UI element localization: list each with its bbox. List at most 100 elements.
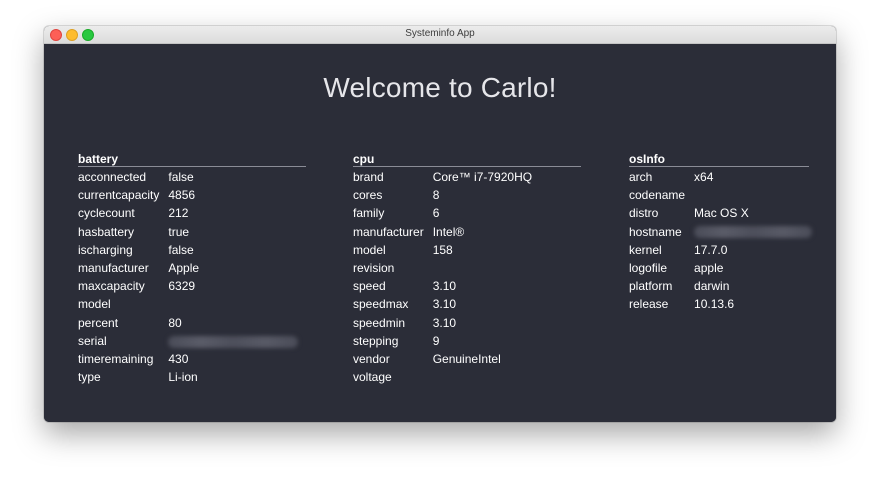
row-key: speedmax bbox=[353, 297, 409, 312]
table-row: model bbox=[78, 295, 298, 313]
app-window: Systeminfo App Welcome to Carlo! battery… bbox=[44, 26, 836, 422]
row-key: arch bbox=[629, 170, 653, 184]
table-row: voltage bbox=[353, 368, 532, 386]
row-value: 4856 bbox=[168, 188, 196, 203]
redacted-serial bbox=[168, 335, 299, 348]
battery-table: acconnected false currentcapacity 4856 cyc… bbox=[78, 168, 299, 386]
table-row: speedmax 3.10 bbox=[353, 295, 532, 313]
table-row: manufacturer Apple bbox=[78, 259, 298, 277]
row-key: vendor bbox=[353, 352, 390, 367]
table-row: kernel 17.7.0 bbox=[629, 241, 812, 259]
row-key: maxcapacity bbox=[78, 279, 145, 294]
table-row: release 10.13.6 bbox=[629, 295, 812, 313]
row-value: 3.10 bbox=[432, 315, 457, 330]
row-value: 158 bbox=[432, 242, 453, 257]
row-value: 3.10 bbox=[432, 279, 457, 294]
row-value: false bbox=[168, 242, 194, 257]
row-value bbox=[433, 368, 532, 386]
row-value: Mac OS X bbox=[694, 206, 749, 221]
row-key: logofile bbox=[629, 261, 668, 276]
row-key: hostname bbox=[629, 224, 682, 239]
cpu-header: cpu bbox=[353, 152, 581, 167]
row-value: false bbox=[168, 170, 194, 184]
osinfo-header: osInfo bbox=[629, 152, 809, 167]
row-value: apple bbox=[694, 261, 724, 276]
table-row: revision bbox=[353, 259, 532, 277]
row-key: brand bbox=[353, 170, 384, 184]
table-row: arch x64 bbox=[629, 168, 812, 186]
table-row: stepping 9 bbox=[353, 332, 532, 350]
window-title: Systeminfo App bbox=[405, 28, 475, 39]
row-value bbox=[694, 186, 812, 204]
table-row: cores 8 bbox=[353, 186, 532, 204]
row-value: 212 bbox=[168, 206, 189, 221]
row-key: cyclecount bbox=[78, 206, 135, 221]
table-row: hostname bbox=[629, 223, 813, 241]
row-value: 6 bbox=[432, 206, 440, 221]
table-row: vendor GenuineIntel bbox=[353, 350, 532, 368]
cpu-section: cpu brand Core™ i7-7920HQ cores 8 family 6 … bbox=[353, 152, 581, 386]
row-value: 430 bbox=[168, 352, 189, 367]
row-key: serial bbox=[78, 333, 107, 348]
row-value bbox=[433, 259, 532, 277]
table-row: brand Core™ i7-7920HQ bbox=[353, 168, 532, 186]
battery-header: battery bbox=[78, 152, 306, 167]
row-value: 6329 bbox=[168, 279, 196, 294]
title-bar[interactable]: Systeminfo App bbox=[44, 26, 836, 44]
table-row: ischarging false bbox=[78, 241, 298, 259]
table-row: serial bbox=[78, 332, 299, 350]
row-value: 80 bbox=[168, 315, 182, 330]
row-key: percent bbox=[78, 315, 119, 330]
table-row: family 6 bbox=[353, 204, 532, 222]
row-value: Core™ i7-7920HQ bbox=[432, 170, 533, 184]
row-value bbox=[694, 223, 813, 241]
row-value bbox=[168, 295, 298, 313]
row-value: Apple bbox=[168, 261, 200, 276]
table-row: percent 80 bbox=[78, 314, 298, 332]
table-row: speedmin 3.10 bbox=[353, 314, 532, 332]
table-row: cyclecount 212 bbox=[78, 204, 298, 222]
row-key: currentcapacity bbox=[78, 188, 160, 203]
table-row: distro Mac OS X bbox=[629, 204, 812, 222]
row-value: true bbox=[168, 224, 190, 239]
table-row: manufacturer Intel® bbox=[353, 223, 532, 241]
row-value bbox=[168, 332, 299, 350]
battery-section: battery acconnected false currentcapacity… bbox=[78, 152, 306, 386]
row-value: GenuineIntel bbox=[432, 352, 501, 367]
row-key: model bbox=[353, 242, 386, 257]
row-value: 3.10 bbox=[432, 297, 457, 312]
row-key: manufacturer bbox=[353, 224, 424, 239]
osinfo-section: osInfo arch x64 codename distro Mac OS X h… bbox=[629, 152, 813, 314]
row-key: family bbox=[353, 206, 385, 221]
row-key: ischarging bbox=[78, 242, 133, 257]
row-value: Intel® bbox=[432, 224, 465, 239]
row-key: stepping bbox=[353, 333, 399, 348]
row-key: revision bbox=[353, 261, 395, 276]
row-key: kernel bbox=[629, 242, 662, 257]
table-row: acconnected false bbox=[78, 168, 298, 186]
row-key: platform bbox=[629, 279, 673, 294]
row-key: hasbattery bbox=[78, 224, 135, 239]
welcome-heading: Welcome to Carlo! bbox=[323, 72, 557, 103]
row-value: 10.13.6 bbox=[694, 297, 735, 312]
row-value: 8 bbox=[432, 188, 440, 203]
row-value: Li-ion bbox=[168, 370, 198, 385]
table-row: model 158 bbox=[353, 241, 532, 259]
row-key: manufacturer bbox=[78, 261, 149, 276]
row-key: type bbox=[78, 370, 101, 385]
table-row: platform darwin bbox=[629, 277, 812, 295]
table-row: codename bbox=[629, 186, 812, 204]
row-value: 9 bbox=[432, 333, 440, 348]
row-key: model bbox=[78, 297, 111, 312]
table-row: timeremaining 430 bbox=[78, 350, 298, 368]
row-value: 17.7.0 bbox=[694, 242, 728, 257]
table-row: type Li-ion bbox=[78, 368, 298, 386]
row-key: release bbox=[629, 297, 669, 312]
row-key: speed bbox=[353, 279, 386, 294]
table-row: speed 3.10 bbox=[353, 277, 532, 295]
table-row: currentcapacity 4856 bbox=[78, 186, 298, 204]
row-key: codename bbox=[629, 188, 686, 203]
row-value: darwin bbox=[694, 279, 730, 294]
row-key: timeremaining bbox=[78, 352, 154, 367]
app-content: Welcome to Carlo! battery acconnected fal… bbox=[44, 44, 836, 422]
